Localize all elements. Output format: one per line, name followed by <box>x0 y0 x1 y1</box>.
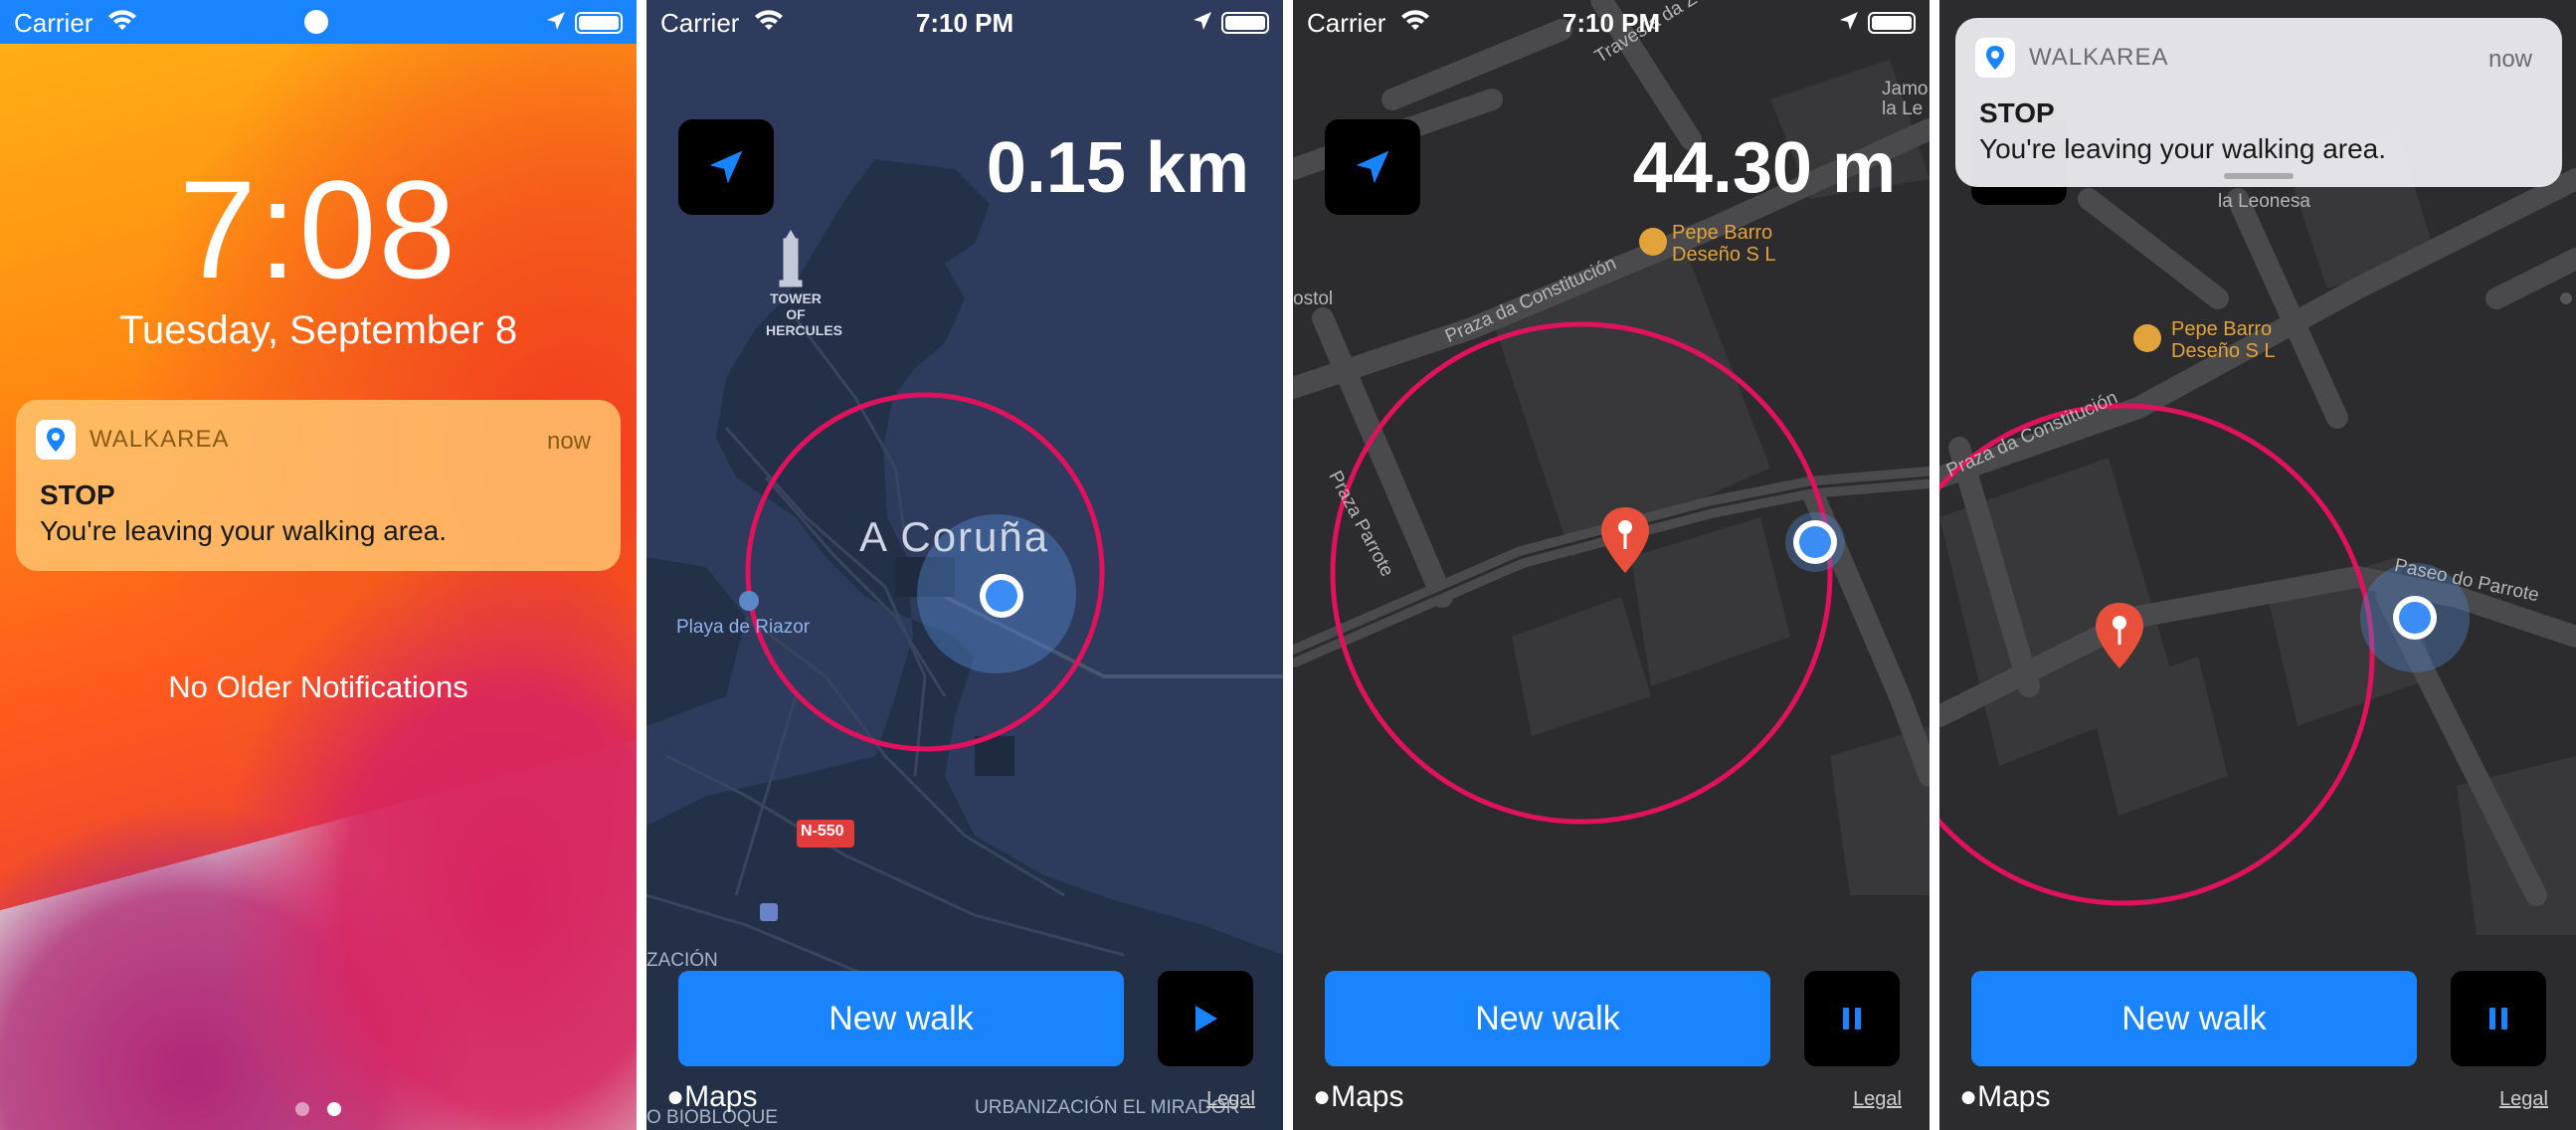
lock-date: Tuesday, September 8 <box>118 308 518 352</box>
apple-icon: ● <box>1959 1080 1978 1113</box>
district-label-mirador: URBANIZACIÓN EL MIRADOR <box>975 1097 1240 1118</box>
wifi-icon <box>107 8 137 39</box>
status-time: 7:10 PM <box>1562 8 1661 38</box>
notification-time: now <box>2487 46 2532 73</box>
district-label-left: ZACIÓN <box>646 950 718 971</box>
page-dot[interactable] <box>295 1102 309 1116</box>
pause-button[interactable] <box>2451 971 2546 1066</box>
walkarea-app-icon <box>1975 38 2015 78</box>
maps-wordmark: Maps <box>1977 1080 2051 1113</box>
notification-title: STOP <box>1979 97 2055 128</box>
legal-link[interactable]: Legal <box>2499 1088 2548 1111</box>
status-bar: Carrier 7:10 PM <box>646 0 1283 44</box>
locate-me-button[interactable] <box>678 119 774 215</box>
play-button[interactable] <box>1158 971 1253 1066</box>
walkarea-app-icon <box>36 420 76 460</box>
locate-me-button[interactable] <box>1325 119 1420 215</box>
location-arrow-icon <box>1192 8 1213 39</box>
beach-label: Playa de Riazor <box>676 617 811 638</box>
distance-readout: 0.15 km <box>986 128 1249 208</box>
notification-app-name: WALKAREA <box>2029 44 2169 71</box>
new-walk-button[interactable]: New walk <box>678 971 1124 1066</box>
page-dot-active[interactable] <box>327 1102 341 1116</box>
notification-grabber[interactable] <box>2224 173 2294 179</box>
page-indicator[interactable] <box>0 1102 637 1116</box>
location-services-icon <box>304 10 328 34</box>
maps-wordmark: Maps <box>1331 1080 1404 1113</box>
lock-screen: Carrier 7:08 Tuesday, September 8 WALKAR… <box>0 0 637 1130</box>
poi-label: Pepe Barro Deseño S L <box>1672 222 1776 266</box>
apple-icon: ● <box>666 1080 685 1113</box>
pause-icon <box>2489 1008 2507 1030</box>
location-arrow-icon <box>709 150 743 184</box>
location-arrow-icon <box>1356 150 1389 184</box>
apple-maps-logo: ●Maps <box>1313 1080 1403 1114</box>
notification-body: You're leaving your walking area. <box>1979 133 2387 164</box>
apple-maps-logo: ●Maps <box>666 1080 757 1114</box>
notification-banner[interactable]: WALKAREA now STOP You're leaving your wa… <box>1955 18 2562 187</box>
battery-icon <box>1221 12 1269 34</box>
battery-icon <box>1868 12 1916 34</box>
location-arrow-icon <box>545 8 567 39</box>
pause-icon <box>1843 1008 1861 1030</box>
road-sign-label: N-550 <box>801 823 844 840</box>
notification-app-name: WALKAREA <box>90 426 230 453</box>
apple-icon: ● <box>1313 1080 1332 1113</box>
legal-link[interactable]: Legal <box>1206 1088 1255 1111</box>
no-older-notifications: No Older Notifications <box>168 669 468 704</box>
poi-label: Pepe Barro Deseño S L <box>2171 318 2276 362</box>
new-walk-button[interactable]: New walk <box>1325 971 1770 1066</box>
map-screen-alert: Pepe Barro Deseño S L Praza da Constituc… <box>1939 0 2576 1130</box>
notification-body: You're leaving your walking area. <box>40 515 448 546</box>
status-time: 7:10 PM <box>915 8 1014 38</box>
notification-card[interactable]: WALKAREA now STOP You're leaving your wa… <box>16 400 621 571</box>
edge-label-leonesa: la Leonesa <box>2218 191 2310 212</box>
maps-wordmark: Maps <box>684 1080 758 1113</box>
edge-label-left: ostol <box>1293 288 1334 309</box>
map-screen-street: Pepe Barro Deseño S L Praza da Constituc… <box>1293 0 1930 1130</box>
map-screen-city: TOWER OF HERCULES A Coruña Playa de Riaz… <box>646 0 1283 1130</box>
lock-clock: 7:08 <box>178 151 459 307</box>
distance-readout: 44.30 m <box>1632 128 1896 208</box>
apple-maps-logo: ●Maps <box>1959 1080 2050 1114</box>
edge-label-right: Jamo la Le <box>1882 79 1929 119</box>
new-walk-button[interactable]: New walk <box>1971 971 2417 1066</box>
status-bar: Carrier <box>0 0 637 44</box>
battery-icon <box>575 12 623 34</box>
location-arrow-icon <box>1838 8 1860 39</box>
pause-button[interactable] <box>1804 971 1900 1066</box>
city-label: A Coruña <box>859 513 1050 560</box>
carrier-label: Carrier <box>14 8 93 38</box>
tower-label: TOWER OF HERCULES <box>766 290 843 338</box>
legal-link[interactable]: Legal <box>1853 1088 1902 1111</box>
play-icon <box>1196 1006 1217 1032</box>
notification-title: STOP <box>40 479 115 510</box>
notification-time: now <box>546 428 591 455</box>
status-bar: Carrier 7:10 PM <box>1293 0 1930 44</box>
